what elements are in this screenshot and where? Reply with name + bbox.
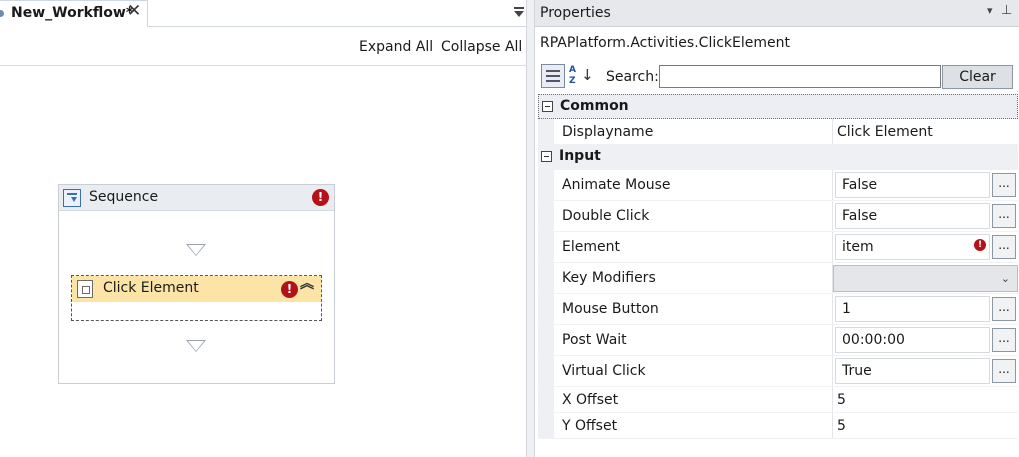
click-element-title: Click Element [103, 280, 199, 296]
property-grid: Common Displayname Click Element Input A… [538, 94, 1018, 439]
click-element-header[interactable]: Click Element ! ︽ [72, 276, 321, 302]
properties-title: Properties [540, 5, 611, 21]
designer-toolbar: Expand All Collapse All [0, 28, 526, 66]
collapse-icon[interactable] [542, 101, 553, 112]
category-input[interactable]: Input [538, 145, 1018, 170]
properties-panel: Properties ▾ ⊥ RPAPlatform.Activities.Cl… [535, 0, 1019, 457]
property-row-post-wait[interactable]: Post Wait 00:00:00 ... [538, 325, 1018, 356]
properties-toolbar: A Z ↓ Search: Clear [535, 62, 1019, 92]
sequence-icon [63, 189, 81, 207]
expand-all-button[interactable]: Expand All [359, 39, 433, 55]
category-common[interactable]: Common [538, 94, 1018, 119]
ellipsis-button[interactable]: ... [992, 359, 1016, 383]
property-row-animate-mouse[interactable]: Animate Mouse False ... [538, 170, 1018, 201]
element-field[interactable]: item [835, 234, 990, 260]
key-modifiers-select[interactable]: ⌄ [833, 265, 1018, 292]
sort-alphabetical-icon[interactable]: A Z ↓ [568, 64, 594, 88]
error-icon[interactable]: ! [312, 189, 329, 206]
property-name: Element [562, 239, 620, 255]
error-icon[interactable]: ! [281, 281, 298, 298]
property-row-element[interactable]: Element item ! ... [538, 232, 1018, 263]
post-wait-field[interactable]: 00:00:00 [835, 327, 990, 353]
tab-new-workflow[interactable]: New_Workflow* ✕ [0, 0, 148, 27]
y-offset-value[interactable]: 5 [837, 418, 846, 434]
animate-mouse-field[interactable]: False [835, 172, 990, 198]
virtual-click-field[interactable]: True [835, 358, 990, 384]
tab-marker-icon [0, 10, 4, 17]
double-click-field[interactable]: False [835, 203, 990, 229]
activity-type-label: RPAPlatform.Activities.ClickElement [540, 35, 790, 51]
property-row-x-offset[interactable]: X Offset 5 [538, 387, 1018, 413]
tab-overflow-icon[interactable] [512, 5, 526, 19]
sequence-title: Sequence [89, 189, 159, 205]
clear-button[interactable]: Clear [942, 65, 1013, 89]
drop-target-icon[interactable] [186, 244, 206, 256]
workflow-designer: New_Workflow* ✕ Expand All Collapse All … [0, 0, 526, 457]
property-name: Post Wait [562, 332, 627, 348]
sequence-activity[interactable]: Sequence ! Click Element ! ︽ [58, 184, 335, 384]
drop-target-icon[interactable] [186, 340, 206, 352]
property-row-y-offset[interactable]: Y Offset 5 [538, 413, 1018, 439]
collapse-icon[interactable] [541, 151, 552, 162]
ellipsis-button[interactable]: ... [992, 328, 1016, 352]
category-label: Input [559, 148, 601, 164]
property-name: Virtual Click [562, 363, 646, 379]
dropdown-icon[interactable]: ▾ [987, 4, 993, 17]
displayname-value[interactable]: Click Element [837, 124, 933, 140]
ellipsis-button[interactable]: ... [992, 235, 1016, 259]
property-row-virtual-click[interactable]: Virtual Click True ... [538, 356, 1018, 387]
pin-icon[interactable]: ⊥ [1001, 3, 1012, 18]
property-row-key-modifiers[interactable]: Key Modifiers ⌄ [538, 263, 1018, 294]
click-element-icon [77, 280, 93, 298]
property-name: X Offset [562, 392, 619, 408]
search-input[interactable] [659, 65, 941, 88]
property-name: Animate Mouse [562, 177, 671, 193]
property-row-double-click[interactable]: Double Click False ... [538, 201, 1018, 232]
mouse-button-field[interactable]: 1 [835, 296, 990, 322]
property-row-displayname[interactable]: Displayname Click Element [538, 119, 1018, 145]
document-tabstrip: New_Workflow* ✕ [0, 0, 526, 27]
click-element-activity[interactable]: Click Element ! ︽ [71, 275, 322, 321]
property-name: Y Offset [562, 418, 618, 434]
sequence-header[interactable]: Sequence ! [59, 185, 334, 211]
error-icon: ! [974, 239, 986, 251]
close-icon[interactable]: ✕ [127, 1, 141, 21]
chevron-down-icon: ⌄ [1000, 272, 1010, 285]
ellipsis-button[interactable]: ... [992, 173, 1016, 197]
property-name: Mouse Button [562, 301, 659, 317]
panel-splitter[interactable] [526, 0, 535, 457]
property-name: Displayname [562, 124, 654, 140]
x-offset-value[interactable]: 5 [837, 392, 846, 408]
tab-title: New_Workflow* [11, 5, 134, 21]
ellipsis-button[interactable]: ... [992, 204, 1016, 228]
property-row-mouse-button[interactable]: Mouse Button 1 ... [538, 294, 1018, 325]
properties-title-bar: Properties ▾ ⊥ [535, 0, 1019, 27]
ellipsis-button[interactable]: ... [992, 297, 1016, 321]
property-name: Double Click [562, 208, 650, 224]
category-label: Common [560, 98, 629, 114]
categorized-view-icon[interactable] [541, 64, 565, 88]
property-name: Key Modifiers [562, 270, 656, 286]
collapse-icon[interactable]: ︽ [300, 277, 314, 291]
collapse-all-button[interactable]: Collapse All [441, 39, 522, 55]
search-label: Search: [606, 69, 659, 85]
